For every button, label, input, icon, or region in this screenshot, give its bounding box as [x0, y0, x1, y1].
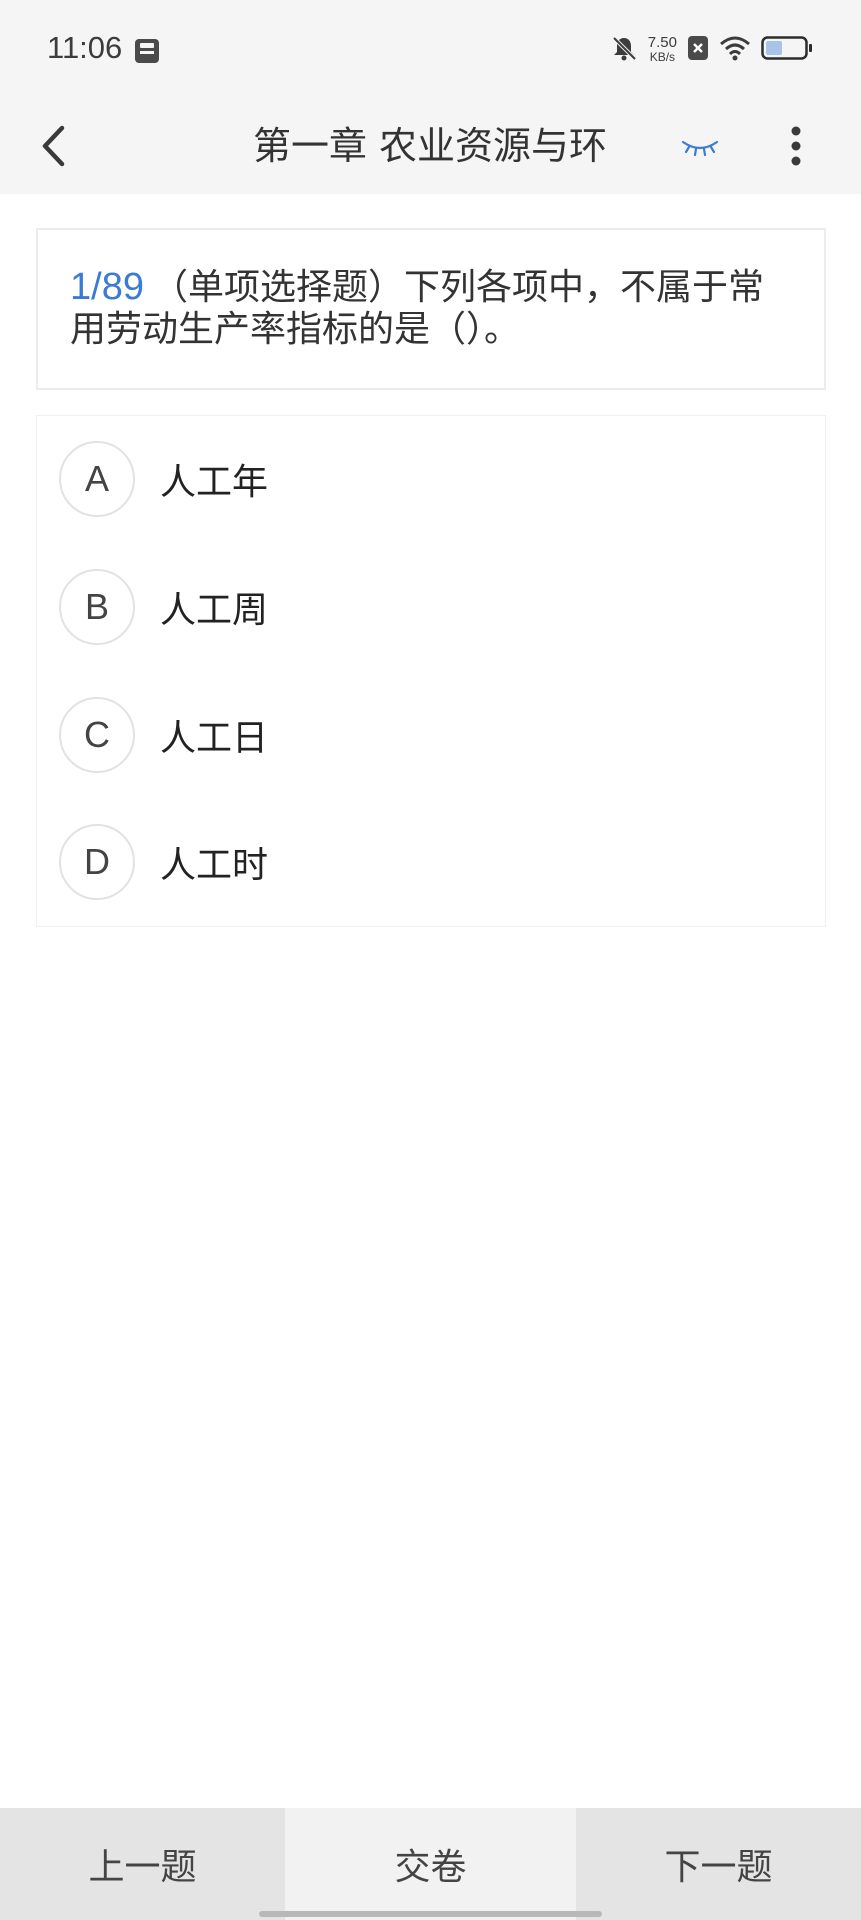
home-indicator[interactable] — [259, 1911, 602, 1917]
option-c[interactable]: C 人工日 — [59, 695, 799, 775]
status-icons: 7.50 KB/s — [610, 32, 813, 68]
battery-icon — [761, 35, 813, 65]
bottom-bar: 上一题 交卷 下一题 — [0, 1808, 861, 1920]
option-b[interactable]: B 人工周 — [59, 567, 799, 647]
status-time: 11:06 — [47, 30, 123, 65]
status-bar: 11:06 7.50 KB/s — [0, 0, 861, 100]
chevron-left-icon — [42, 125, 65, 167]
option-letter: C — [59, 697, 135, 773]
option-d[interactable]: D 人工时 — [59, 822, 799, 902]
options-card: A 人工年 B 人工周 C 人工日 D 人工时 — [36, 415, 826, 927]
net-speed: 7.50 KB/s — [648, 35, 677, 65]
mute-bell-icon — [610, 34, 638, 66]
question-text: （单项选择题）下列各项中，不属于常用劳动生产率指标的是（）。 — [70, 267, 764, 350]
option-text: 人工周 — [160, 590, 269, 631]
option-text: 人工日 — [160, 718, 269, 759]
save-icon — [134, 38, 160, 68]
option-text: 人工年 — [160, 462, 269, 503]
net-speed-unit: KB/s — [649, 50, 676, 64]
option-letter: A — [59, 441, 135, 517]
option-letter: D — [59, 824, 135, 900]
question-card: 1/89 （单项选择题）下列各项中，不属于常用劳动生产率指标的是（）。 — [36, 228, 826, 390]
question-stem: 1/89 （单项选择题）下列各项中，不属于常用劳动生产率指标的是（）。 — [70, 266, 798, 351]
back-button[interactable] — [22, 114, 86, 178]
next-question-button[interactable]: 下一题 — [576, 1808, 861, 1920]
option-a[interactable]: A 人工年 — [59, 439, 799, 519]
page-title: 第一章 农业资源与环 — [252, 124, 608, 168]
more-button[interactable] — [770, 114, 822, 178]
question-index: 1/89 — [70, 266, 144, 308]
eye-toggle-button[interactable] — [670, 122, 730, 172]
prev-question-button[interactable]: 上一题 — [0, 1808, 285, 1920]
option-text: 人工时 — [160, 845, 269, 886]
eye-closed-icon — [681, 140, 719, 157]
option-letter: B — [59, 569, 135, 645]
more-vertical-icon — [791, 126, 801, 166]
x-box-icon — [687, 35, 709, 65]
net-speed-value: 7.50 — [647, 34, 677, 51]
wifi-icon — [719, 35, 751, 65]
header: 第一章 农业资源与环 — [0, 100, 861, 194]
submit-button[interactable]: 交卷 — [285, 1808, 576, 1920]
